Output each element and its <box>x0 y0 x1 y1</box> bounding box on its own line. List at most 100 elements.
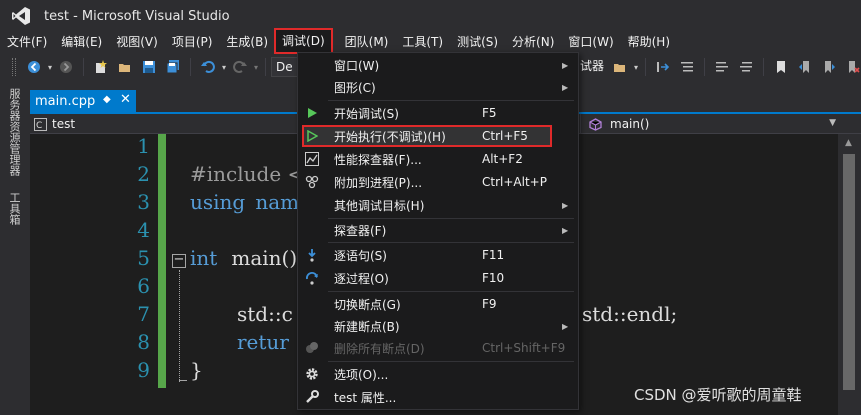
left-tool-strip: 服务器资源管理器 工具箱 <box>0 84 26 415</box>
dropdown-arrow-icon[interactable]: ▾ <box>252 59 260 75</box>
debug-menu-other-debug-targets[interactable]: 其他调试目标(H) ▶ <box>298 194 578 216</box>
start-debugging-icon <box>304 105 320 121</box>
open-file-icon[interactable] <box>117 59 133 75</box>
visual-studio-logo-icon <box>10 5 32 27</box>
comment-icon[interactable] <box>714 59 730 75</box>
menu-debug[interactable]: 调试(D) <box>274 28 333 54</box>
collapse-toggle-icon[interactable]: − <box>172 253 186 268</box>
code-keyword-return: retur <box>237 330 289 354</box>
debug-menu-step-into[interactable]: 逐语句(S) F11 <box>298 244 578 266</box>
code-keyword-int: int <box>190 246 218 270</box>
menu-help[interactable]: 帮助(H) <box>621 32 677 52</box>
close-icon[interactable]: ✕ <box>120 92 131 107</box>
debug-menu-profiler[interactable]: 探查器(F) ▶ <box>298 219 578 241</box>
dropdown-arrow-icon[interactable]: ▾ <box>220 59 228 75</box>
line-number: 8 <box>137 330 150 354</box>
menu-analyze[interactable]: 分析(N) <box>505 32 561 52</box>
gear-icon <box>304 366 320 382</box>
line-number: 3 <box>137 190 150 214</box>
window-title: test - Microsoft Visual Studio <box>44 8 230 24</box>
project-scope-icon: C <box>34 117 47 131</box>
clear-bookmarks-icon[interactable] <box>845 59 861 75</box>
debugger-combo[interactable]: 试器 <box>580 57 608 77</box>
submenu-arrow-icon: ▶ <box>562 200 569 210</box>
toolbar-separator <box>763 58 764 76</box>
debug-menu-performance-profiler[interactable]: 性能探查器(F)... Alt+F2 <box>298 148 578 170</box>
redo-icon[interactable] <box>232 59 248 75</box>
menu-window[interactable]: 窗口(W) <box>561 32 620 52</box>
debug-menu-toggle-breakpoint[interactable]: 切换断点(G) F9 <box>298 293 578 315</box>
document-tab-label: main.cpp <box>35 93 96 109</box>
menu-team[interactable]: 团队(M) <box>338 32 396 52</box>
menu-separator <box>328 100 574 101</box>
prev-bookmark-icon[interactable] <box>797 59 813 75</box>
project-scope-dropdown[interactable]: C test <box>34 116 75 132</box>
debug-menu-delete-all-breakpoints[interactable]: 删除所有断点(D) Ctrl+Shift+F9 <box>298 337 578 359</box>
forward-icon[interactable] <box>58 59 74 75</box>
undo-icon[interactable] <box>200 59 216 75</box>
project-scope-label: test <box>52 117 76 131</box>
next-bookmark-icon[interactable] <box>821 59 837 75</box>
scrollbar-thumb[interactable] <box>843 154 855 390</box>
debug-menu-step-over[interactable]: 逐过程(O) F10 <box>298 267 578 289</box>
pin-icon[interactable]: ◆ <box>103 94 111 105</box>
menu-tools[interactable]: 工具(T) <box>395 32 450 52</box>
csdn-watermark: CSDN @爱听歌的周童鞋 <box>634 386 802 404</box>
find-files-icon[interactable] <box>612 59 628 75</box>
save-icon[interactable] <box>141 59 157 75</box>
menu-file[interactable]: 文件(F) <box>0 32 54 52</box>
member-dropdown[interactable]: main() ▼ <box>580 114 842 134</box>
toolbar-separator <box>265 58 266 76</box>
debug-menu-start-debugging[interactable]: 开始调试(S) F5 <box>298 102 578 124</box>
bookmark-icon[interactable] <box>773 59 789 75</box>
list-members-icon[interactable] <box>679 59 695 75</box>
member-label: main() <box>610 117 650 131</box>
title-bar: test - Microsoft Visual Studio <box>0 0 861 32</box>
menu-separator <box>328 291 574 292</box>
scroll-up-icon[interactable]: ▲ <box>845 138 852 148</box>
dropdown-arrow-icon[interactable]: ▾ <box>46 59 54 75</box>
menu-view[interactable]: 视图(V) <box>109 32 165 52</box>
menu-separator <box>328 242 574 243</box>
change-tracking-bar <box>158 134 166 388</box>
toolbar-separator <box>645 58 646 76</box>
uncomment-icon[interactable] <box>738 59 754 75</box>
debug-menu-new-breakpoint[interactable]: 新建断点(B) ▶ <box>298 315 578 337</box>
method-icon <box>589 117 602 131</box>
menu-edit[interactable]: 编辑(E) <box>54 32 109 52</box>
toolbar-grip[interactable] <box>12 58 16 76</box>
outline-guide-end <box>179 380 187 381</box>
submenu-arrow-icon: ▶ <box>562 321 569 331</box>
document-tab-main-cpp[interactable]: main.cpp ◆ ✕ <box>30 90 136 112</box>
step-into-toolbar-icon[interactable] <box>655 59 671 75</box>
wrench-icon <box>304 389 320 405</box>
dropdown-arrow-icon[interactable]: ▾ <box>632 59 640 75</box>
new-project-icon[interactable] <box>93 59 109 75</box>
code-line-include: #include < <box>190 162 305 186</box>
debug-menu-options[interactable]: 选项(O)... <box>298 363 578 385</box>
chevron-down-icon: ▼ <box>829 118 836 128</box>
menu-test[interactable]: 测试(S) <box>450 32 505 52</box>
toolbar-separator <box>83 58 84 76</box>
server-explorer-tab[interactable]: 服务器资源管理器 <box>6 88 22 176</box>
svg-text:C: C <box>36 121 42 131</box>
attach-to-process-icon <box>304 174 320 190</box>
line-number: 6 <box>137 274 150 298</box>
menu-build[interactable]: 生成(B) <box>219 32 275 52</box>
debug-menu-attach-to-process[interactable]: 附加到进程(P)... Ctrl+Alt+P <box>298 171 578 193</box>
back-icon[interactable] <box>26 59 42 75</box>
menu-project[interactable]: 项目(P) <box>165 32 220 52</box>
solution-configuration-combo[interactable]: De <box>271 57 299 77</box>
debug-menu-start-without-debugging[interactable]: 开始执行(不调试)(H) Ctrl+F5 <box>302 125 552 147</box>
vertical-scrollbar[interactable]: ▲ <box>838 134 861 415</box>
debug-menu-windows[interactable]: 窗口(W) ▶ <box>298 54 578 76</box>
save-all-icon[interactable] <box>165 59 181 75</box>
performance-profiler-icon <box>304 151 320 167</box>
toolbar-right-group: 试器 ▾ <box>580 54 861 80</box>
toolbox-tab[interactable]: 工具箱 <box>6 192 22 225</box>
code-line-cout: std::c <box>237 302 293 326</box>
debug-menu-project-properties[interactable]: test 属性... <box>298 386 578 408</box>
debug-menu-graphics[interactable]: 图形(C) ▶ <box>298 76 578 98</box>
code-line-endl: std::endl; <box>582 302 678 326</box>
start-without-debugging-icon <box>304 128 320 144</box>
